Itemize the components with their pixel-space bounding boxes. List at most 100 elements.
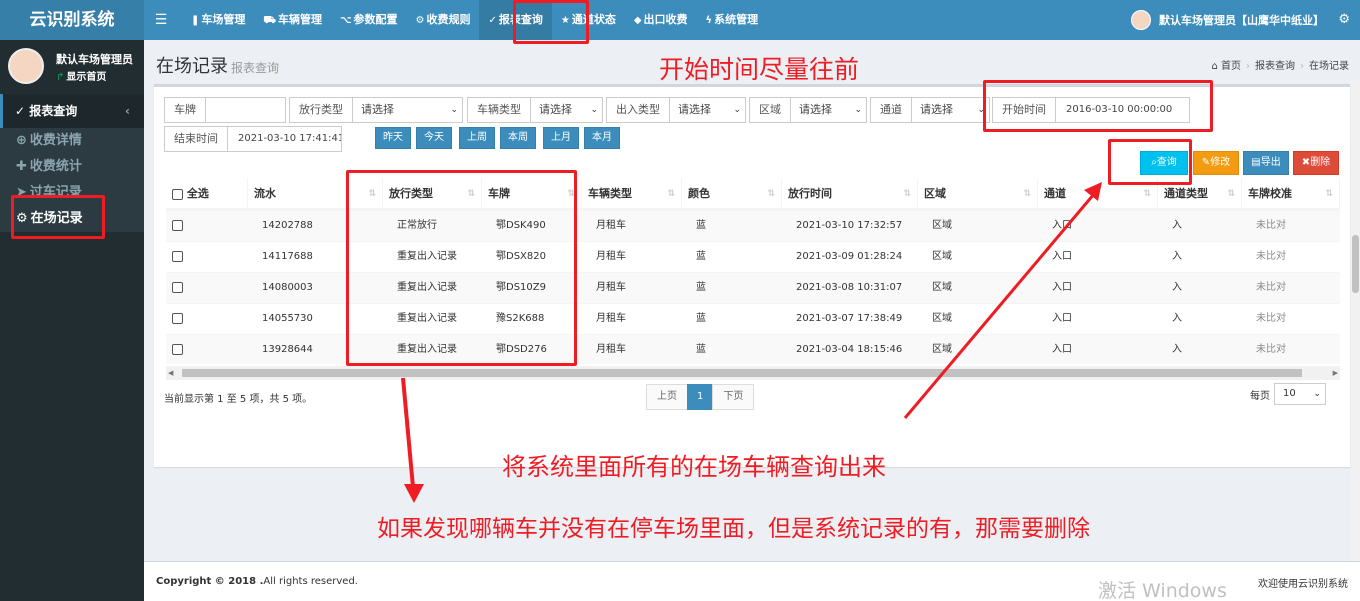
horizontal-scrollbar[interactable]: ◀ ▶ — [166, 366, 1340, 380]
chevron-down-icon: ⌄ — [590, 105, 598, 115]
table-row[interactable]: 14117688 重复出入记录 鄂DSX820 月租车蓝 2021-03-09 01:2… — [166, 241, 1340, 272]
yesterday-button[interactable]: 昨天 — [375, 127, 411, 149]
edit-button[interactable]: ✎修改 — [1193, 151, 1239, 175]
row-checkbox[interactable] — [172, 250, 183, 262]
table-cell-plate-check: 未比对 — [1256, 251, 1286, 262]
vehicle-type-select[interactable]: 请选择 ⌄ — [531, 98, 602, 122]
sidebar-menu-reports[interactable]: ✓ 报表查询 ‹ — [0, 94, 144, 128]
nav-system[interactable]: ϟ 系统管理 — [697, 0, 768, 40]
sidebar: 默认车场管理员 ↱ 显示首页 ✓ 报表查询 ‹ ⊕ 收费详情 ✚ 收费统计 ➤ 过车记录… — [0, 40, 144, 601]
table-cell-channel: 入口 — [1052, 220, 1072, 231]
col-area[interactable]: 区域 ⇅ — [918, 178, 1038, 210]
inout-type-select[interactable]: 请选择 ⌄ — [670, 98, 745, 122]
table-cell-channel-type: 入 — [1172, 282, 1182, 293]
welcome-text: 欢迎使用云识别系统 — [1258, 579, 1348, 590]
today-button[interactable]: 今天 — [416, 127, 452, 149]
scrollbar-thumb[interactable] — [182, 369, 1302, 377]
channel-select[interactable]: 请选择 ⌄ — [912, 98, 989, 122]
row-checkbox[interactable] — [172, 281, 183, 293]
area-filter: 区域 请选择 ⌄ — [749, 97, 867, 123]
edit-icon: ✎ — [1201, 157, 1211, 168]
copyright: Copyright © 2018 .All rights reserved. — [156, 576, 358, 587]
table-cell-plate-check: 未比对 — [1256, 282, 1286, 293]
row-checkbox[interactable] — [172, 312, 183, 324]
sidebar-user-name: 默认车场管理员 — [56, 53, 133, 66]
user-menu[interactable]: 默认车场管理员【山鹰华中纸业】 — [1131, 0, 1324, 40]
this-week-button[interactable]: 本周 — [500, 127, 536, 149]
table-cell-vehicle-type: 月租车 — [596, 344, 626, 355]
vertical-scrollbar[interactable] — [1351, 80, 1360, 601]
nav-vehicles[interactable]: ⛟ 车辆管理 — [254, 0, 331, 40]
area-select[interactable]: 请选择 ⌄ — [791, 98, 866, 122]
export-button[interactable]: ▤导出 — [1243, 151, 1289, 175]
col-vehicle-type[interactable]: 车辆类型 ⇅ — [582, 178, 682, 210]
bars-icon: ❚ — [191, 15, 200, 26]
end-time-input[interactable]: 2021-03-10 17:41:41 — [228, 127, 341, 151]
table-cell-serial: 14202788 — [262, 220, 313, 231]
table-row[interactable]: 13928644 重复出入记录 鄂DSD276 月租车蓝 2021-03-04 18:1… — [166, 334, 1340, 364]
prev-page-button[interactable]: 上页 — [646, 384, 688, 410]
table-cell-color: 蓝 — [696, 313, 706, 324]
breadcrumb-home[interactable]: 首页 — [1221, 61, 1241, 72]
scrollbar-thumb[interactable] — [1352, 235, 1359, 293]
release-type-select[interactable]: 请选择 ⌄ — [353, 98, 462, 122]
menu-toggle-icon[interactable]: ☰ — [150, 0, 172, 40]
settings-gear-icon[interactable]: ⚙ — [1338, 0, 1350, 40]
table-row[interactable]: 14080003 重复出入记录 鄂DS10Z9 月租车蓝 2021-03-08 10:3… — [166, 272, 1340, 303]
highlight-onsite-records — [11, 195, 105, 239]
select-all-checkbox[interactable] — [172, 188, 183, 200]
trash-icon: ✖ — [1301, 157, 1311, 168]
sidebar-user-status[interactable]: ↱ 显示首页 — [56, 68, 106, 83]
sidebar-item-fee-stats[interactable]: ✚ 收费统计 — [0, 154, 144, 180]
highlight-reports-nav — [513, 0, 589, 44]
table-cell-channel: 入口 — [1052, 251, 1072, 262]
row-checkbox[interactable] — [172, 343, 183, 355]
breadcrumb-current: 在场记录 — [1309, 61, 1349, 72]
top-nav: ❚ 车场管理 ⛟ 车辆管理 ⌥ 参数配置 ⚙ 收费规则 ✓ 报表查询 ★ 通道状态 ◆ 出口收… — [182, 0, 767, 40]
sidebar-item-fee-details[interactable]: ⊕ 收费详情 — [0, 128, 144, 154]
table-cell-area: 区域 — [932, 282, 952, 293]
col-release-time[interactable]: 放行时间 ⇅ — [782, 178, 918, 210]
table-cell-channel: 入口 — [1052, 282, 1072, 293]
scroll-left-icon[interactable]: ◀ — [168, 366, 173, 380]
nav-exit-charge[interactable]: ◆ 出口收费 — [625, 0, 697, 40]
highlight-release-plate — [346, 170, 577, 366]
page-1-button[interactable]: 1 — [687, 384, 714, 410]
highlight-query-button — [1108, 139, 1192, 185]
app-brand[interactable]: 云识别系统 — [0, 0, 144, 40]
table-cell-channel-type: 入 — [1172, 220, 1182, 231]
breadcrumb-reports[interactable]: 报表查询 — [1255, 61, 1295, 72]
table-cell-release-time: 2021-03-04 18:15:46 — [796, 344, 903, 355]
col-plate-check[interactable]: 车牌校准 ⇅ — [1242, 178, 1340, 210]
row-select-cell — [166, 242, 183, 273]
row-select-cell — [166, 211, 183, 242]
plate-input[interactable] — [206, 98, 285, 122]
nav-fee-rules[interactable]: ⚙ 收费规则 — [407, 0, 480, 40]
table-row[interactable]: 14055730 重复出入记录 豫S2K688 月租车蓝 2021-03-07 17:3… — [166, 303, 1340, 334]
avatar — [1131, 10, 1151, 30]
dashboard-icon: ⌂ — [1211, 61, 1218, 72]
table-cell-color: 蓝 — [696, 220, 706, 231]
table-cell-color: 蓝 — [696, 282, 706, 293]
row-checkbox[interactable] — [172, 219, 183, 231]
table-cell-channel: 入口 — [1052, 313, 1072, 324]
sort-icon: ⇅ — [1325, 189, 1333, 199]
select-all-header[interactable]: 全选 — [166, 178, 248, 210]
table-cell-plate-check: 未比对 — [1256, 344, 1286, 355]
table-cell-serial: 13928644 — [262, 344, 313, 355]
table-row[interactable]: 14202788 正常放行 鄂DSK490 月租车蓝 2021-03-10 17:32:… — [166, 210, 1340, 241]
page-size-select[interactable]: 10 ⌄ — [1274, 383, 1326, 405]
sort-icon: ⇅ — [767, 189, 775, 199]
col-color[interactable]: 颜色 ⇅ — [682, 178, 782, 210]
table-cell-channel-type: 入 — [1172, 344, 1182, 355]
next-page-button[interactable]: 下页 — [712, 384, 755, 410]
nav-params[interactable]: ⌥ 参数配置 — [331, 0, 407, 40]
last-month-button[interactable]: 上月 — [543, 127, 579, 149]
delete-button[interactable]: ✖删除 — [1293, 151, 1339, 175]
nav-parking-lot[interactable]: ❚ 车场管理 — [182, 0, 254, 40]
this-month-button[interactable]: 本月 — [584, 127, 620, 149]
last-week-button[interactable]: 上周 — [459, 127, 495, 149]
table-cell-serial: 14117688 — [262, 251, 313, 262]
scroll-right-icon[interactable]: ▶ — [1333, 366, 1338, 380]
table-cell-release-time: 2021-03-10 17:32:57 — [796, 220, 903, 231]
